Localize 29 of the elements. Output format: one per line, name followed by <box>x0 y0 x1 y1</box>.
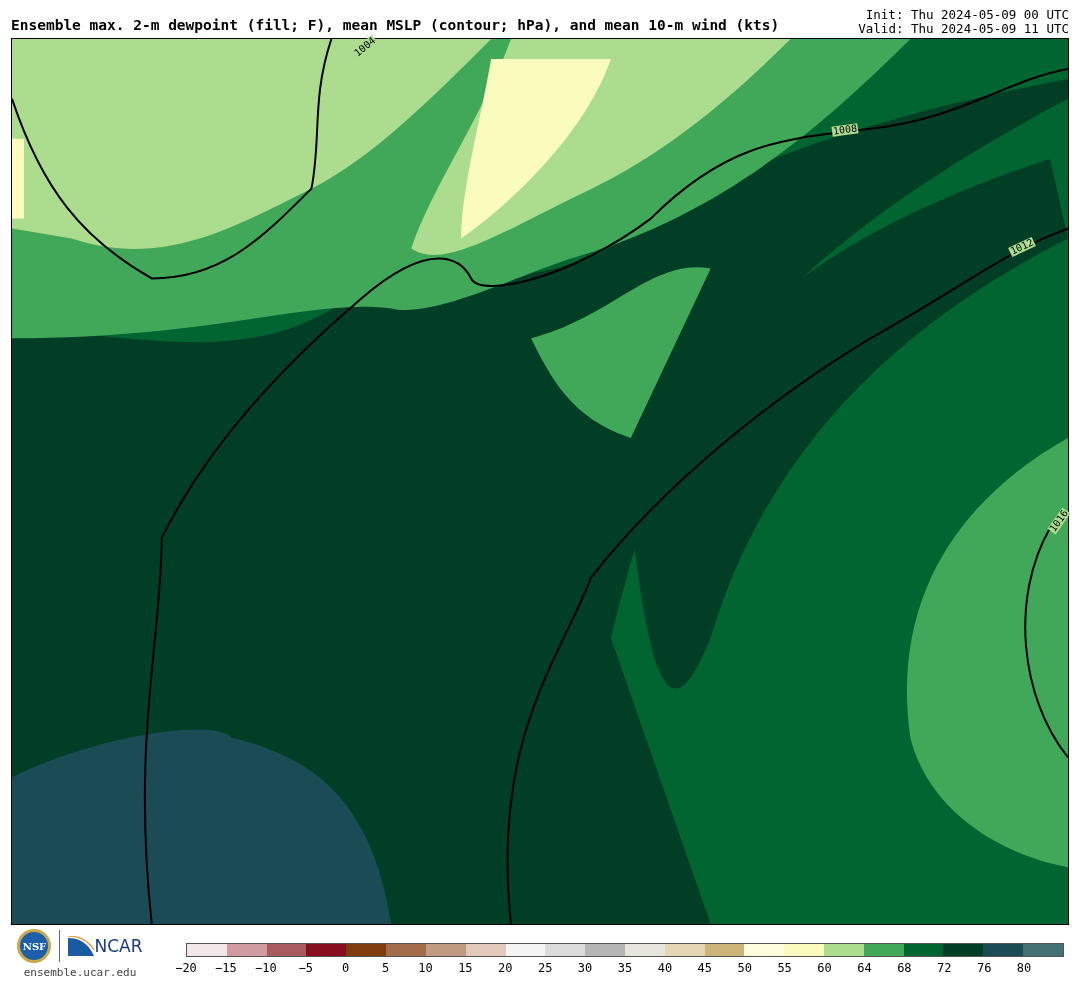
tick-label: −10 <box>254 962 277 974</box>
tick-label: 72 <box>937 962 952 974</box>
init-time: Init: Thu 2024-05-09 00 UTC <box>865 8 1069 22</box>
tick-label: 45 <box>697 962 713 974</box>
tick-label: 20 <box>498 962 513 974</box>
nsf-logo: NSF <box>17 929 52 963</box>
tick-label: 60 <box>817 962 832 974</box>
ncar-logo: NCAR <box>94 937 143 955</box>
tick-label: −20 <box>175 962 197 974</box>
tick-label: 76 <box>976 962 992 974</box>
tick-label: 80 <box>1016 962 1032 974</box>
tick-label: 50 <box>737 962 752 974</box>
tick-label: 25 <box>537 962 553 974</box>
tick-label: 0 <box>342 962 350 974</box>
tick-label: 40 <box>657 962 673 974</box>
tick-label: 64 <box>857 962 872 974</box>
tick-label: 10 <box>418 962 433 974</box>
chart-title: Ensemble max. 2-m dewpoint (fill; F), mean MSLP (contour; hPa), and mean 10-m wind (kts) <box>11 17 780 35</box>
tick-label: 5 <box>381 962 390 974</box>
tick-label: 30 <box>577 962 593 974</box>
ncar-swoosh-icon <box>68 936 95 956</box>
tick-label: 68 <box>897 962 912 974</box>
valid-time: Valid: Thu 2024-05-09 11 UTC <box>858 22 1069 36</box>
site-url: ensemble.ucar.edu <box>23 965 137 981</box>
tick-label: 35 <box>617 962 633 974</box>
tick-label: −15 <box>215 962 237 974</box>
tick-label: −5 <box>298 962 313 974</box>
tick-label: 15 <box>458 962 473 974</box>
tick-label: 55 <box>777 962 792 974</box>
